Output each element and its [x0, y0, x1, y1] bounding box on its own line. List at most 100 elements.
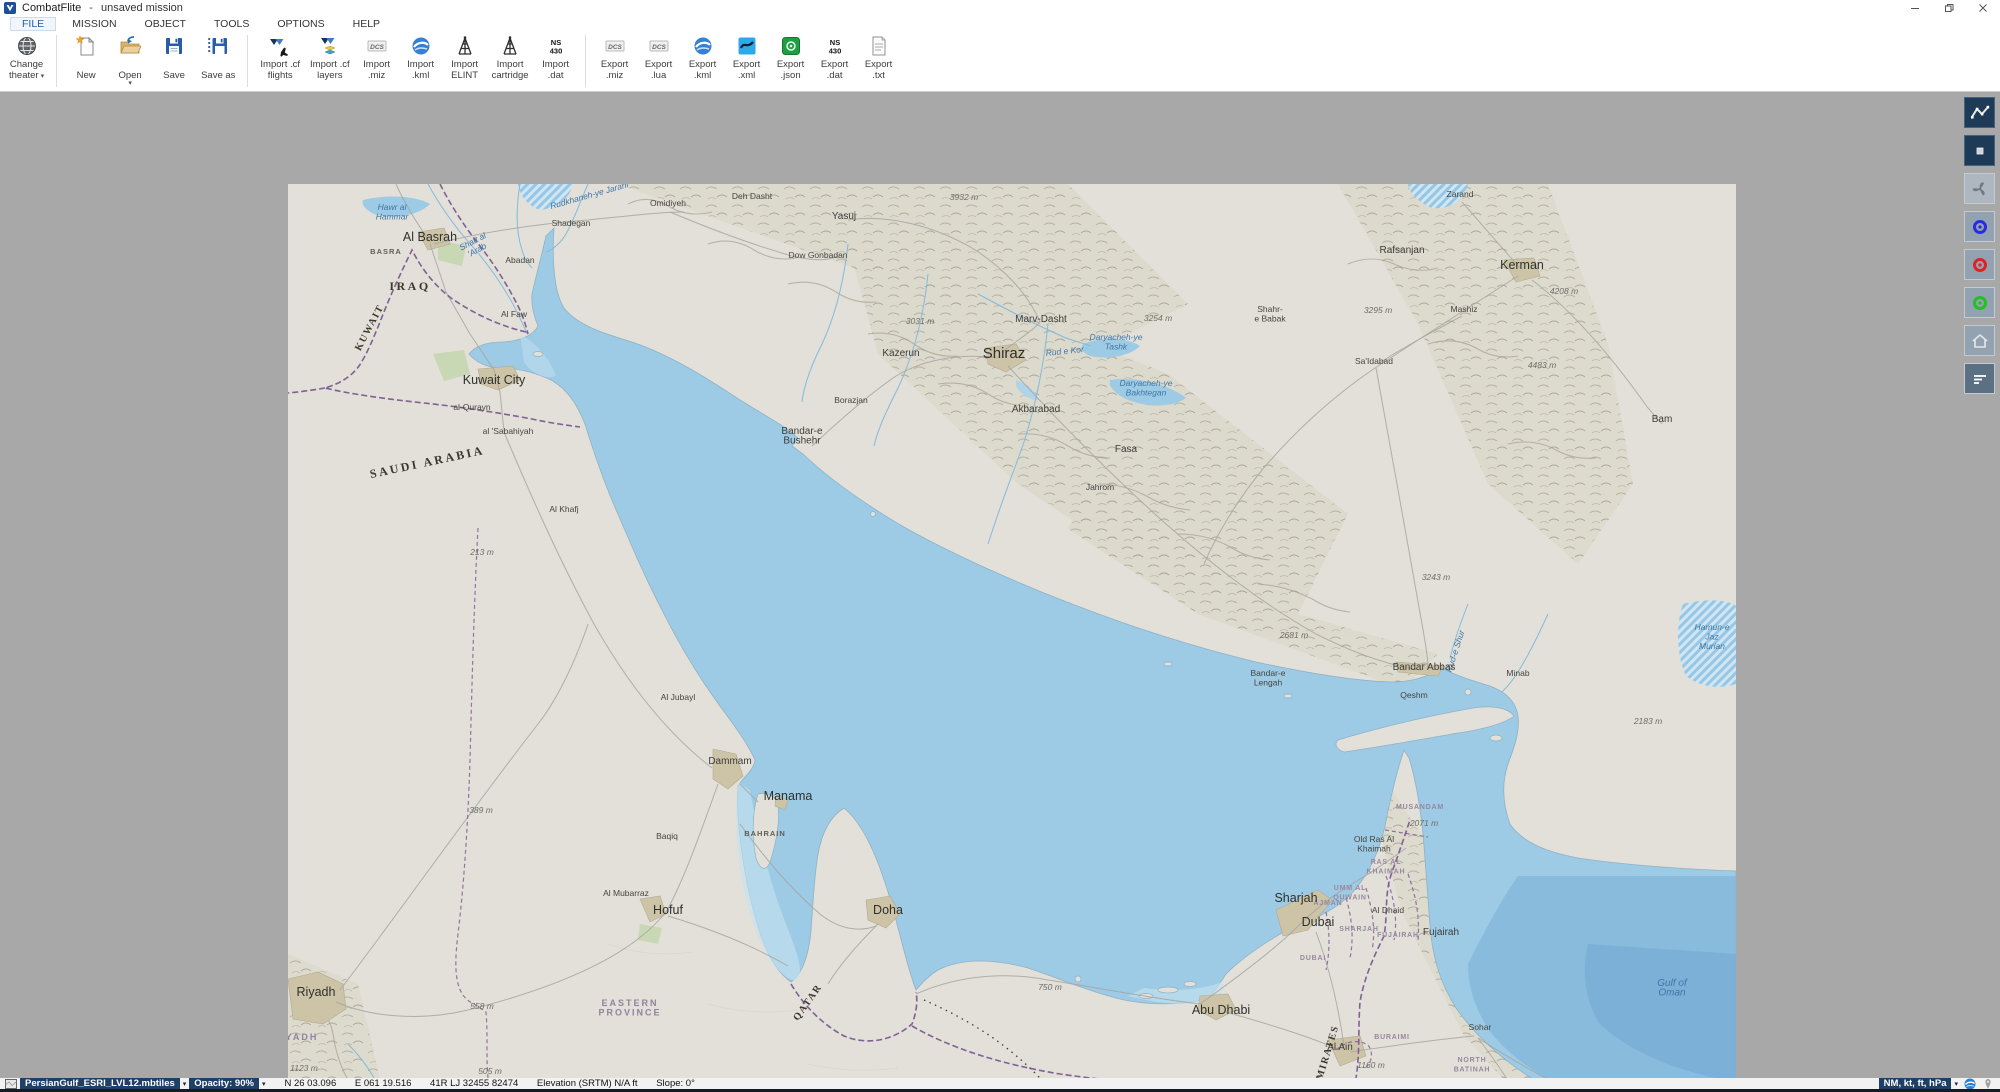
toolbar-button-label: Export.dat	[821, 59, 848, 81]
save-as-button[interactable]: Save as	[196, 32, 240, 84]
map-label: Fujairah	[1423, 927, 1459, 938]
import-kml-button[interactable]: Import.kml	[399, 32, 443, 84]
map-label: Riyadh	[297, 985, 336, 999]
map-label: Dubai	[1302, 915, 1335, 929]
map-label: 3932 m	[950, 192, 978, 202]
map-label: Al Ain	[1327, 1042, 1353, 1053]
map-label: Kerman	[1500, 258, 1544, 272]
toolbar-button-label: Import .cfflights	[260, 59, 300, 81]
globe-icon	[16, 35, 38, 57]
menubar: FILE MISSION OBJECT TOOLS OPTIONS HELP	[0, 16, 2000, 32]
titlebar: CombatFlite - unsaved mission	[0, 0, 2000, 16]
menu-object[interactable]: OBJECT	[133, 17, 198, 31]
import-cf-flights-button[interactable]: Import .cfflights	[255, 32, 305, 84]
map-label: BAHRAIN	[744, 829, 786, 838]
green-ring-tool-button[interactable]	[1964, 287, 1995, 318]
map-label: Hofuf	[653, 903, 683, 917]
new-button[interactable]: New	[64, 32, 108, 84]
map-label: Minab	[1506, 668, 1529, 678]
map-canvas[interactable]: IRAQKUWAITSAUDI ARABIAQATAROMANUNITED AR…	[288, 184, 1736, 1092]
export-dat-button[interactable]: NS430Export.dat	[813, 32, 857, 84]
import-dat-button[interactable]: NS430Import.dat	[534, 32, 578, 84]
toolbar-button-label: Export.kml	[689, 59, 716, 81]
map-label: EASTERNPROVINCE	[598, 998, 661, 1018]
map-label: Al Basrah	[403, 230, 457, 244]
map-label: IRAQ	[389, 279, 430, 293]
map-label: Al Mubarraz	[603, 888, 649, 898]
map-label: Deh Dasht	[732, 191, 773, 201]
tile-source-dropdown[interactable]: PersianGulf_ESRI_LVL12.mbtiles	[20, 1078, 180, 1089]
slope-readout: Slope: 0°	[656, 1078, 695, 1089]
menu-options[interactable]: OPTIONS	[265, 17, 336, 31]
cf-flights-icon	[269, 35, 291, 57]
map-label: Akbarabad	[1012, 404, 1060, 415]
map-label: 2681 m	[1279, 630, 1308, 640]
opacity-dropdown[interactable]: Opacity: 90%	[189, 1078, 259, 1089]
map-label: 1160 m	[1357, 1060, 1385, 1070]
export-miz-button[interactable]: DCSExport.miz	[593, 32, 637, 84]
map-label: Shiraz	[983, 345, 1026, 362]
toolbar-button-label: Import .cflayers	[310, 59, 350, 81]
map-pin-icon[interactable]	[1982, 1078, 1994, 1090]
map-label: BASRA	[370, 247, 402, 256]
tile-source-caret-icon[interactable]: ▾	[183, 1080, 187, 1088]
google-earth-sync-icon[interactable]	[1964, 1078, 1976, 1090]
open-button[interactable]: Open▾	[108, 32, 152, 84]
close-button[interactable]	[1966, 0, 2000, 16]
map-label: Hawr alHammar	[376, 202, 410, 222]
menu-file[interactable]: FILE	[10, 17, 56, 31]
change-theater-button[interactable]: Changetheater▾	[4, 32, 49, 85]
title-separator: -	[89, 2, 93, 14]
map-label: Shahr-e Babak	[1254, 304, 1286, 324]
map-label: Bandar Abbas	[1393, 662, 1456, 673]
map-label: Shadegan	[552, 218, 591, 228]
blue-ring-tool-button[interactable]	[1964, 211, 1995, 242]
antenna-icon	[454, 35, 476, 57]
elevation-readout: Elevation (SRTM) N/A ft	[537, 1078, 638, 1089]
export-json-button[interactable]: Export.json	[769, 32, 813, 84]
coord-mgrs: 41R LJ 32455 82474	[430, 1078, 518, 1089]
map-label: Bam	[1652, 414, 1673, 425]
toolbar-button-label: Export.json	[777, 59, 804, 81]
map-label: Daryacheh-yeBakhtegan	[1120, 378, 1173, 398]
import-elint-button[interactable]: ImportELINT	[443, 32, 487, 84]
home-view-button[interactable]	[1964, 325, 1995, 356]
export-txt-button[interactable]: Export.txt	[857, 32, 901, 84]
map-label: Al Khafj	[549, 504, 578, 514]
map-label: 750 m	[1038, 982, 1062, 992]
menu-help[interactable]: HELP	[341, 17, 392, 31]
svg-text:430: 430	[828, 47, 841, 56]
toolbar-button-label: Import.kml	[407, 59, 434, 81]
menu-tools[interactable]: TOOLS	[202, 17, 261, 31]
menu-mission[interactable]: MISSION	[60, 17, 128, 31]
svg-text:430: 430	[549, 47, 562, 56]
export-xml-button[interactable]: Export.xml	[725, 32, 769, 84]
rotor-tool-button[interactable]	[1964, 173, 1995, 204]
map-label: Old Ras AlKhaimah	[1354, 834, 1394, 854]
save-icon	[163, 35, 185, 57]
opacity-caret-icon[interactable]: ▾	[262, 1080, 266, 1088]
polyline-tool-button[interactable]	[1964, 97, 1995, 128]
units-dropdown[interactable]: NM, kt, ft, hPa	[1879, 1078, 1952, 1089]
export-kml-button[interactable]: Export.kml	[681, 32, 725, 84]
map-thumbnail-icon	[5, 1078, 17, 1090]
import-miz-button[interactable]: DCSImport.miz	[355, 32, 399, 84]
import-cartridge-button[interactable]: Importcartridge	[487, 32, 534, 84]
restore-button[interactable]	[1932, 0, 1966, 16]
map-label: BURAIMI	[1374, 1034, 1410, 1041]
save-button[interactable]: Save	[152, 32, 196, 84]
square-tool-button[interactable]	[1964, 135, 1995, 166]
import-cf-layers-button[interactable]: Import .cflayers	[305, 32, 355, 84]
minimize-button[interactable]	[1898, 0, 1932, 16]
coord-lat: N 26 03.096	[284, 1078, 336, 1089]
map-label: Jahrom	[1086, 482, 1114, 492]
map-label: Al Dhaid	[1372, 905, 1404, 915]
layers-panel-button[interactable]	[1964, 363, 1995, 394]
units-caret-icon[interactable]: ▾	[1954, 1080, 1958, 1088]
map-label: FUJAIRAH	[1377, 932, 1419, 939]
export-lua-button[interactable]: DCSExport.lua	[637, 32, 681, 84]
ring-red-icon	[1969, 254, 1991, 276]
red-ring-tool-button[interactable]	[1964, 249, 1995, 280]
document-title: unsaved mission	[101, 2, 183, 14]
open-folder-icon	[119, 35, 141, 57]
